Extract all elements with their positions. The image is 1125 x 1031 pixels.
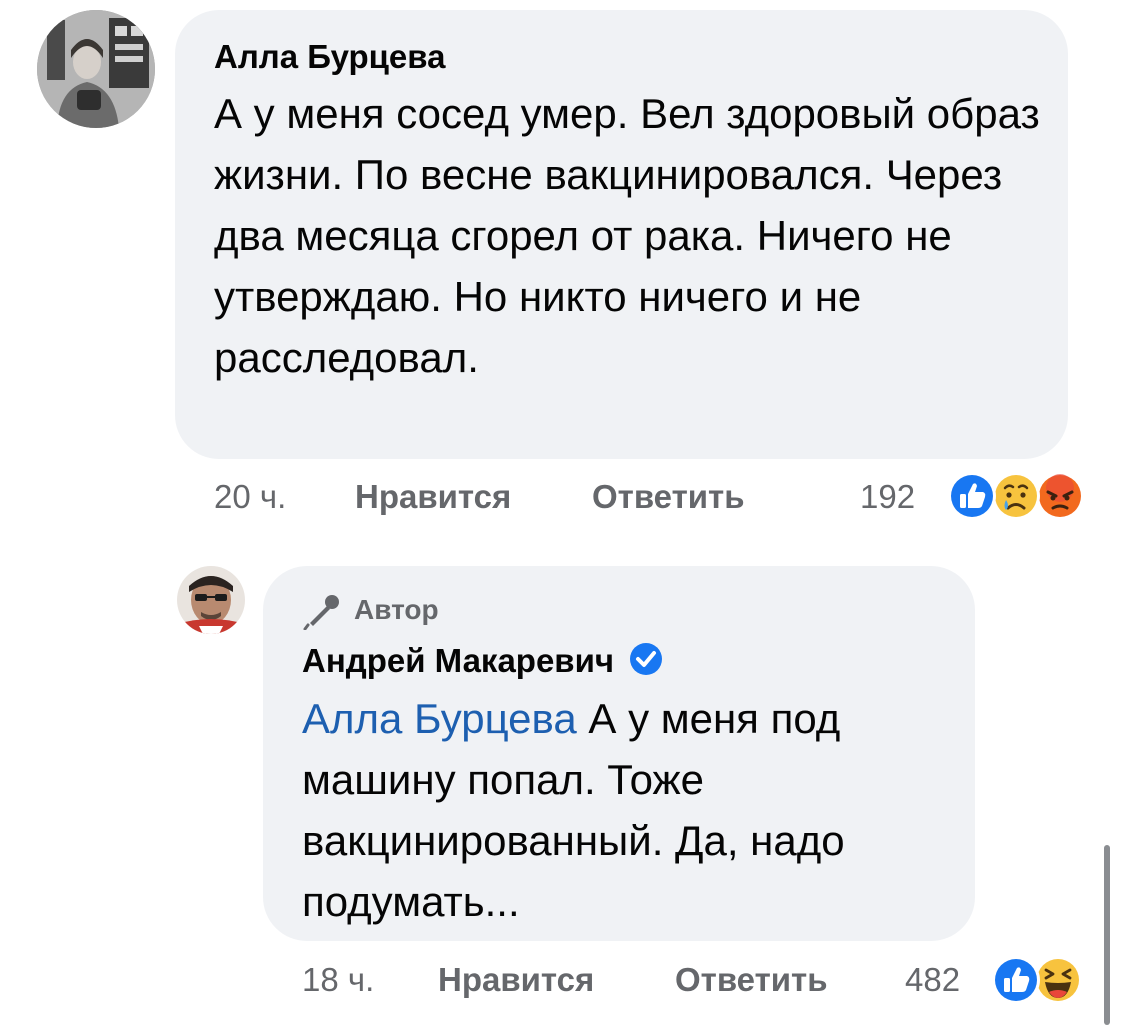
- reaction-count[interactable]: 192: [860, 478, 915, 516]
- reply-reaction-icons[interactable]: [988, 954, 1088, 1006]
- comment-time[interactable]: 20 ч.: [214, 478, 286, 516]
- like-icon: [948, 472, 996, 520]
- reply-like-button[interactable]: Нравится: [438, 961, 594, 999]
- haha-icon: [1034, 956, 1082, 1004]
- mention-link[interactable]: Алла Бурцева: [302, 695, 577, 742]
- reply-author[interactable]: Андрей Макаревич: [302, 642, 663, 680]
- reaction-icons[interactable]: [940, 470, 1090, 522]
- reply-button[interactable]: Ответить: [592, 478, 745, 516]
- reply-text: Алла Бурцева А у меня под машину попал. …: [302, 688, 952, 932]
- reply-avatar[interactable]: [177, 566, 245, 634]
- like-icon: [992, 956, 1040, 1004]
- reply-reply-button[interactable]: Ответить: [675, 961, 828, 999]
- microphone-icon: [303, 595, 339, 630]
- sad-icon: [992, 472, 1040, 520]
- angry-icon: [1036, 472, 1084, 520]
- comment-author[interactable]: Алла Бурцева: [214, 38, 445, 76]
- avatar[interactable]: [37, 10, 155, 128]
- comment-text: А у меня сосед умер. Вел здоровый образ …: [214, 90, 1040, 381]
- verified-badge-icon: [630, 643, 663, 675]
- reply-author-name[interactable]: Андрей Макаревич: [302, 642, 614, 679]
- like-button[interactable]: Нравится: [355, 478, 511, 516]
- scrollbar[interactable]: [1104, 845, 1110, 1025]
- reply-time[interactable]: 18 ч.: [302, 961, 374, 999]
- author-badge-label: Автор: [354, 594, 439, 625]
- reply-reaction-count[interactable]: 482: [905, 961, 960, 999]
